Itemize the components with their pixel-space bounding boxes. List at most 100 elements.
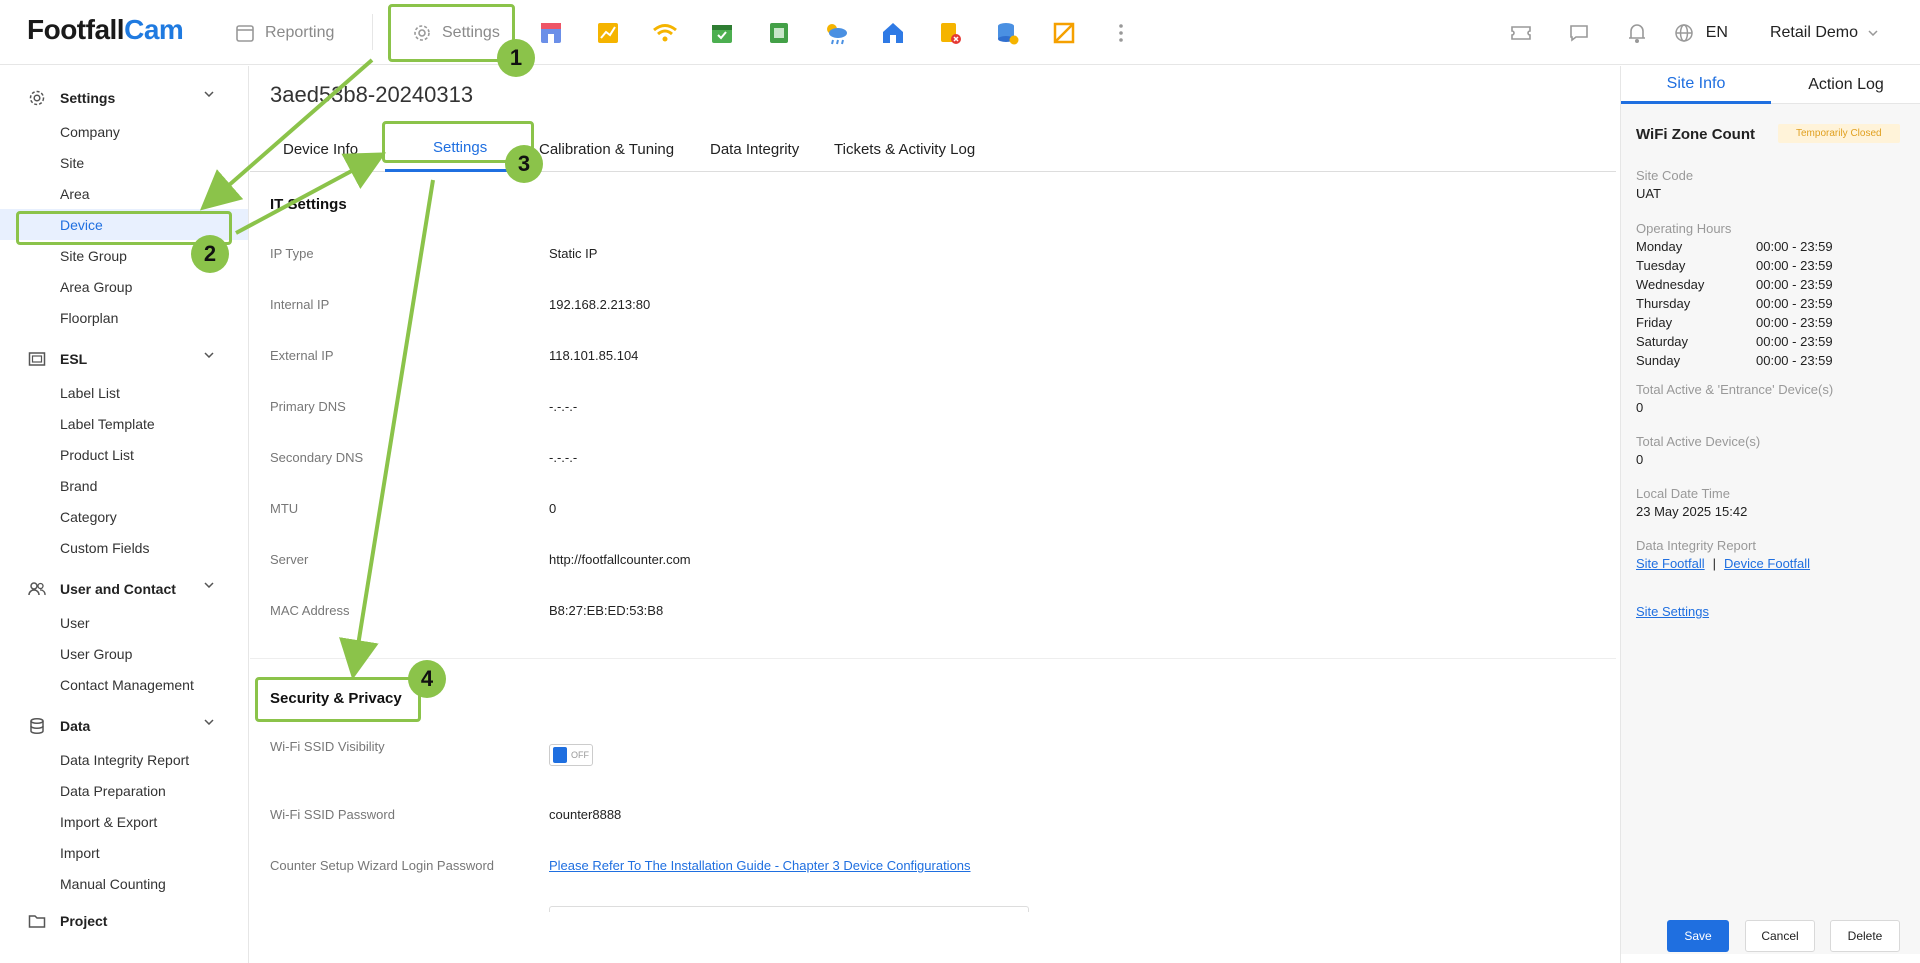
wifi-app-icon[interactable] <box>636 13 693 53</box>
tab-site-info[interactable]: Site Info <box>1621 66 1771 104</box>
sidebar-item-area-group[interactable]: Area Group <box>0 271 248 302</box>
mtu-label: MTU <box>270 501 299 516</box>
total-entrance-value: 0 <box>1636 400 1644 415</box>
gear-icon <box>29 90 45 106</box>
sidebar-item-user-group[interactable]: User Group <box>0 638 248 669</box>
bell-icon[interactable] <box>1608 22 1666 44</box>
sidebar-item-site[interactable]: Site <box>0 147 248 178</box>
ssid-password-value: counter8888 <box>549 807 622 822</box>
page-title: 3aed53b8-20240313 <box>270 82 474 107</box>
report-app-icon[interactable] <box>750 13 807 53</box>
sidebar-section-settings[interactable]: Settings <box>0 84 248 112</box>
device-footfall-link[interactable]: Device Footfall <box>1724 556 1810 571</box>
right-panel-tabs: Site Info Action Log <box>1621 66 1920 104</box>
sidebar-item-import-export[interactable]: Import & Export <box>0 806 248 837</box>
sidebar-item-label-template[interactable]: Label Template <box>0 408 248 439</box>
footer-actions: Save Cancel Delete <box>250 912 1920 963</box>
measure-app-icon[interactable] <box>1035 13 1092 53</box>
sidebar-section-user-contact[interactable]: User and Contact <box>0 575 248 603</box>
sidebar-item-data-integrity-report[interactable]: Data Integrity Report <box>0 744 248 775</box>
mac-address-label: MAC Address <box>270 603 350 618</box>
main-content: 3aed53b8-20240313 Device Info Settings C… <box>250 66 1620 963</box>
logo-text-part1: Footfall <box>27 14 125 45</box>
sidebar-item-import[interactable]: Import <box>0 837 248 868</box>
sidebar-item-area[interactable]: Area <box>0 178 248 209</box>
sidebar-item-label-list[interactable]: Label List <box>0 377 248 408</box>
link-separator: | <box>1712 556 1717 571</box>
site-info-body: WiFi Zone Count Temporarily Closed Site … <box>1621 104 1920 954</box>
sidebar-section-data[interactable]: Data <box>0 712 248 740</box>
home-app-icon[interactable] <box>864 13 921 53</box>
document-alert-app-icon[interactable] <box>921 13 978 53</box>
sidebar-section-project[interactable]: Project <box>0 907 248 935</box>
annotation-box-4 <box>255 677 421 722</box>
toggle-knob <box>553 747 567 763</box>
cancel-button[interactable]: Cancel <box>1745 920 1815 952</box>
total-active-label: Total Active Device(s) <box>1636 434 1761 449</box>
sidebar-section-label: ESL <box>60 351 88 367</box>
top-bar: FootfallCam Reporting Settings EN Retail… <box>0 0 1920 65</box>
user-name: Retail Demo <box>1769 23 1858 41</box>
right-panel: Site Info Action Log WiFi Zone Count Tem… <box>1620 66 1920 963</box>
tab-data-integrity[interactable]: Data Integrity <box>710 126 799 172</box>
language-selector[interactable]: EN <box>1674 23 1728 43</box>
delete-button[interactable]: Delete <box>1830 920 1900 952</box>
logo[interactable]: FootfallCam <box>27 14 184 46</box>
calendar-icon <box>236 24 254 42</box>
sidebar-item-user[interactable]: User <box>0 607 248 638</box>
tab-action-log[interactable]: Action Log <box>1771 66 1920 104</box>
database-icon <box>30 717 44 735</box>
sidebar-section-esl[interactable]: ESL <box>0 345 248 373</box>
mtu-value: 0 <box>549 501 557 516</box>
sidebar-item-company[interactable]: Company <box>0 116 248 147</box>
tab-calibration-tuning[interactable]: Calibration & Tuning <box>539 126 674 172</box>
database-app-icon[interactable] <box>978 13 1035 53</box>
primary-dns-label: Primary DNS <box>270 399 346 414</box>
sidebar-item-data-preparation[interactable]: Data Preparation <box>0 775 248 806</box>
sidebar-item-category[interactable]: Category <box>0 501 248 532</box>
tab-tickets-activity-log[interactable]: Tickets & Activity Log <box>834 126 975 172</box>
chart-app-icon[interactable] <box>579 13 636 53</box>
ip-type-value: Static IP <box>549 246 598 261</box>
installation-guide-link[interactable]: Please Refer To The Installation Guide -… <box>549 858 971 873</box>
server-value: http://footfallcounter.com <box>549 552 691 567</box>
annotation-box-1 <box>388 4 515 62</box>
nav-reporting-label: Reporting <box>265 23 335 41</box>
external-ip-value: 118.101.85.104 <box>549 348 639 363</box>
user-menu[interactable]: Retail Demo <box>1770 24 1878 42</box>
nav-reporting[interactable]: Reporting <box>235 0 334 65</box>
nav-divider <box>372 14 373 50</box>
message-icon[interactable] <box>1550 23 1608 43</box>
folder-icon <box>28 915 46 928</box>
logo-text-part2: Cam <box>124 14 184 45</box>
ssid-visibility-toggle[interactable]: OFF <box>549 744 593 766</box>
label-icon <box>28 352 46 366</box>
sidebar-item-contact-management[interactable]: Contact Management <box>0 669 248 700</box>
sidebar-section-label: Project <box>60 913 108 929</box>
users-icon <box>28 582 46 596</box>
wizard-password-label: Counter Setup Wizard Login Password <box>270 858 495 873</box>
annotation-badge-1: 1 <box>497 39 535 77</box>
ip-type-label: IP Type <box>270 246 314 261</box>
section-divider <box>250 658 1616 659</box>
app-icon-bar <box>522 0 1149 65</box>
sidebar-item-product-list[interactable]: Product List <box>0 439 248 470</box>
secondary-dns-label: Secondary DNS <box>270 450 364 465</box>
save-button[interactable]: Save <box>1667 920 1729 952</box>
more-vertical-icon[interactable] <box>1092 13 1149 53</box>
server-label: Server <box>270 552 309 567</box>
sidebar-item-manual-counting[interactable]: Manual Counting <box>0 868 248 899</box>
total-entrance-label: Total Active & 'Entrance' Device(s) <box>1636 382 1834 397</box>
ticket-icon[interactable] <box>1492 24 1550 42</box>
it-settings-title: IT Settings <box>270 196 347 213</box>
sidebar-item-floorplan[interactable]: Floorplan <box>0 302 248 333</box>
secondary-dns-value: -.-.-.- <box>549 450 578 465</box>
site-settings-link[interactable]: Site Settings <box>1636 604 1709 619</box>
sidebar-item-custom-fields[interactable]: Custom Fields <box>0 532 248 563</box>
calendar-app-icon[interactable] <box>693 13 750 53</box>
site-footfall-link[interactable]: Site Footfall <box>1636 556 1705 571</box>
weather-app-icon[interactable] <box>807 13 864 53</box>
site-settings-wrap: Site Settings <box>1636 604 1709 619</box>
tab-device-info[interactable]: Device Info <box>283 126 358 172</box>
sidebar-item-brand[interactable]: Brand <box>0 470 248 501</box>
